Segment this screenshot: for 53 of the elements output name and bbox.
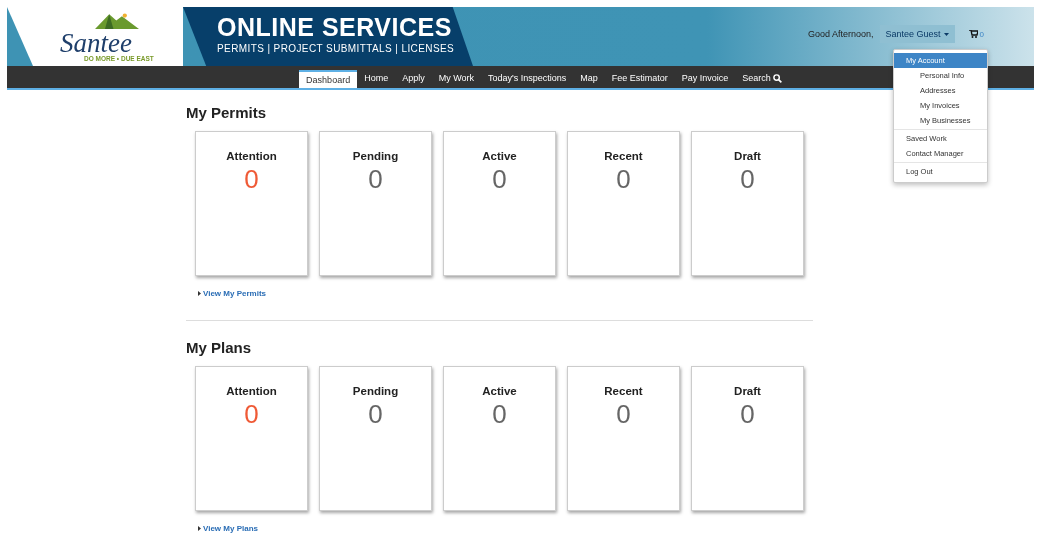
- status-card[interactable]: Active 0: [443, 131, 556, 276]
- nav-tab[interactable]: Pay Invoice: [674, 68, 736, 88]
- status-card[interactable]: Pending 0: [319, 131, 432, 276]
- card-count: 0: [740, 399, 755, 430]
- status-card[interactable]: Active 0: [443, 366, 556, 511]
- nav-tab[interactable]: Home: [357, 68, 396, 88]
- status-card[interactable]: Recent 0: [567, 131, 680, 276]
- card-count: 0: [368, 164, 383, 195]
- card-count: 0: [244, 164, 259, 195]
- search-icon: [772, 73, 782, 83]
- card-label: Active: [482, 150, 517, 162]
- card-count: 0: [492, 164, 507, 195]
- bullet-icon: [198, 526, 201, 531]
- section-heading: My Plans: [186, 339, 253, 356]
- card-label: Attention: [226, 385, 277, 397]
- greeting-text: Good Afternoon,: [807, 29, 874, 39]
- status-card[interactable]: Recent 0: [567, 366, 680, 511]
- status-card[interactable]: Attention 0: [195, 131, 308, 276]
- status-card[interactable]: Attention 0: [195, 366, 308, 511]
- site-subtitle: PERMITS | PROJECT SUBMITTALS | LICENSES: [217, 43, 456, 54]
- card-count: 0: [740, 164, 755, 195]
- view-link[interactable]: View My Plans: [203, 524, 258, 533]
- nav-tab[interactable]: My Work: [431, 68, 481, 88]
- caret-icon: [943, 32, 949, 36]
- card-count: 0: [368, 399, 383, 430]
- nav-tab[interactable]: Search: [735, 68, 789, 88]
- nav-tab[interactable]: Dashboard: [299, 70, 358, 88]
- card-label: Draft: [734, 385, 761, 397]
- card-label: Pending: [352, 150, 399, 162]
- status-card[interactable]: Pending 0: [319, 366, 432, 511]
- nav-tab[interactable]: Today's Inspections: [481, 68, 574, 88]
- bullet-icon: [198, 291, 201, 296]
- site-title: ONLINE SERVICES: [217, 15, 453, 40]
- card-label: Recent: [604, 385, 643, 397]
- section-heading: My Permits: [186, 104, 268, 121]
- card-count: 0: [616, 164, 631, 195]
- card-count: 0: [616, 399, 631, 430]
- status-card[interactable]: Draft 0: [691, 131, 804, 276]
- nav-tab[interactable]: Fee Estimator: [604, 68, 675, 88]
- card-count: 0: [492, 399, 507, 430]
- card-label: Active: [482, 385, 517, 397]
- card-count: 0: [244, 399, 259, 430]
- card-label: Recent: [604, 150, 643, 162]
- nav-tab[interactable]: Apply: [395, 68, 432, 88]
- view-link[interactable]: View My Permits: [203, 289, 266, 298]
- card-label: Attention: [226, 150, 277, 162]
- cart-icon[interactable]: [968, 30, 978, 38]
- status-card[interactable]: Draft 0: [691, 366, 804, 511]
- card-label: Draft: [734, 150, 761, 162]
- nav-tab[interactable]: Map: [573, 68, 605, 88]
- card-label: Pending: [352, 385, 399, 397]
- logo-text: Santee: [60, 29, 132, 57]
- user-menu-button[interactable]: Santee Guest: [879, 25, 955, 43]
